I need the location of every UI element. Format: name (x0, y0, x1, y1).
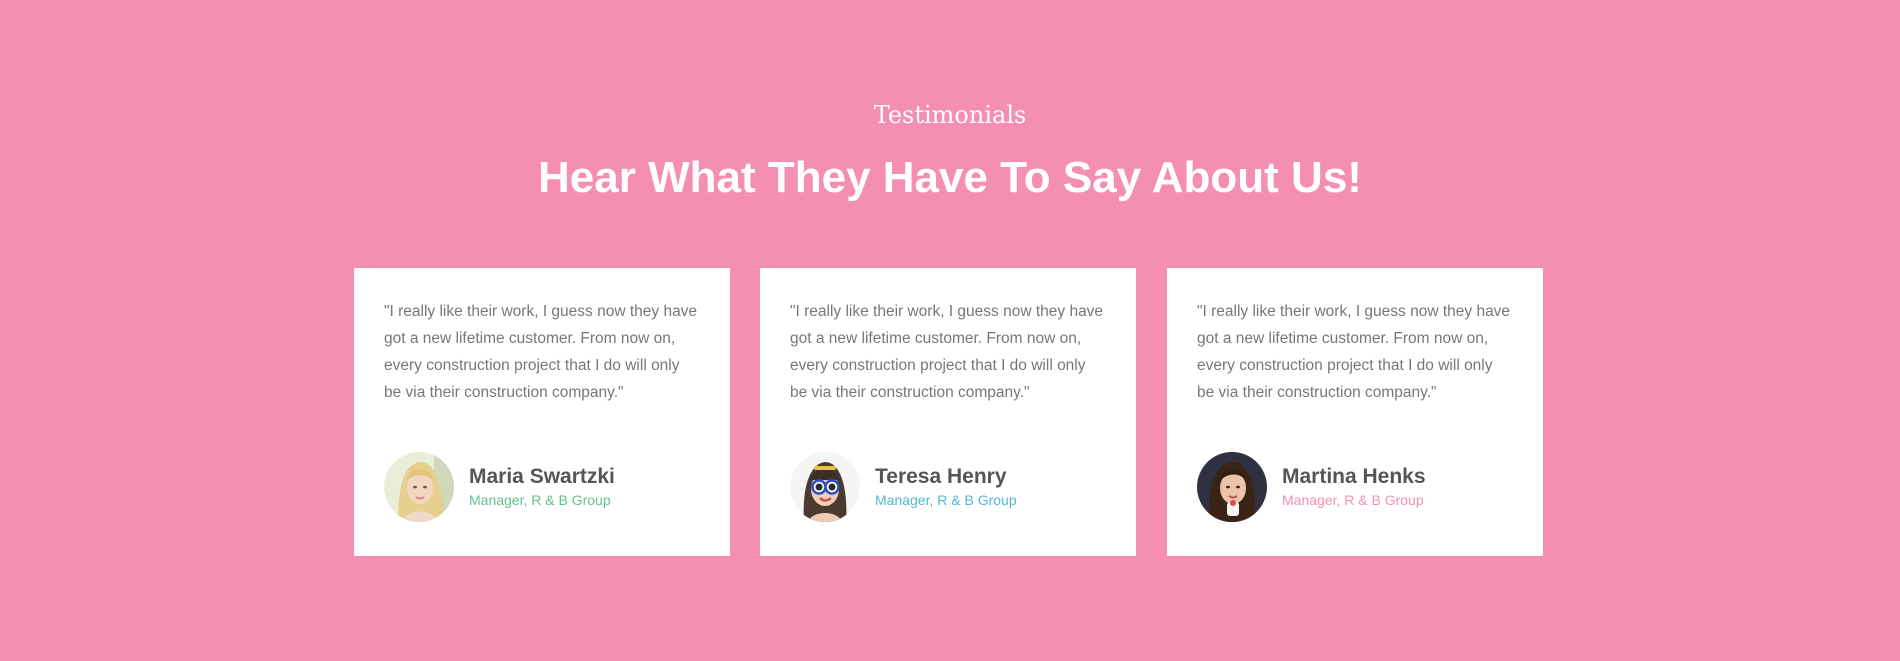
testimonial-cards: "I really like their work, I guess now t… (354, 268, 1544, 556)
section-title: Hear What They Have To Say About Us! (538, 153, 1362, 202)
avatar-icon (384, 452, 454, 522)
testimonial-card: "I really like their work, I guess now t… (760, 268, 1136, 556)
testimonial-quote: "I really like their work, I guess now t… (790, 303, 1104, 401)
avatar-icon (1197, 452, 1267, 522)
testimonial-author: Teresa Henry Manager, R & B Group (790, 452, 1110, 522)
author-role: Manager, R & B Group (875, 492, 1017, 508)
testimonial-author: Martina Henks Manager, R & B Group (1197, 452, 1517, 522)
testimonial-quote: "I really like their work, I guess now t… (384, 303, 698, 401)
author-name: Martina Henks (1282, 465, 1426, 488)
section-eyebrow: Testimonials (873, 101, 1027, 129)
author-name: Maria Swartzki (469, 465, 615, 488)
author-name: Teresa Henry (875, 465, 1007, 488)
testimonial-card: "I really like their work, I guess now t… (1167, 268, 1543, 556)
author-role: Manager, R & B Group (1282, 492, 1424, 508)
avatar-icon (790, 452, 860, 522)
author-role: Manager, R & B Group (469, 492, 611, 508)
testimonial-author: Maria Swartzki Manager, R & B Group (384, 452, 704, 522)
testimonials-section: Testimonials Hear What They Have To Say … (0, 0, 1900, 661)
testimonial-quote: "I really like their work, I guess now t… (1197, 303, 1511, 401)
testimonial-card: "I really like their work, I guess now t… (354, 268, 730, 556)
